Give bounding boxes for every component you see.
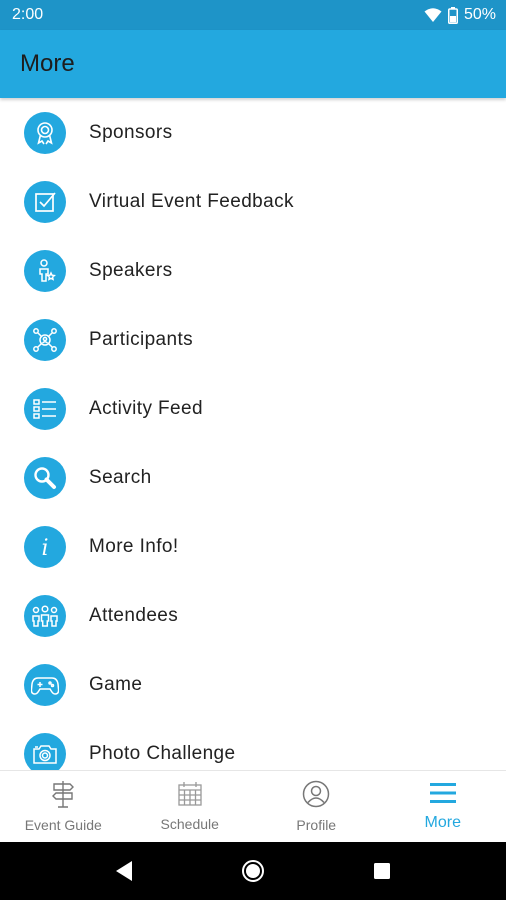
nav-schedule[interactable]: Schedule (127, 771, 254, 842)
menu-item-sponsors[interactable]: Sponsors (0, 98, 506, 167)
menu-item-label: Sponsors (89, 121, 173, 143)
list-icon (24, 387, 66, 430)
menu-item-label: Attendees (89, 604, 179, 626)
camera-icon (24, 732, 66, 770)
nav-label: Profile (296, 817, 337, 833)
nav-event-guide[interactable]: Event Guide (0, 771, 127, 842)
profile-icon (302, 780, 330, 813)
nav-profile[interactable]: Profile (253, 771, 380, 842)
svg-text:i: i (41, 536, 48, 560)
system-navigation-bar (0, 842, 506, 900)
group-icon (24, 594, 66, 637)
menu-item-game[interactable]: Game (0, 650, 506, 719)
menu-item-attendees[interactable]: Attendees (0, 581, 506, 650)
menu-item-activity-feed[interactable]: Activity Feed (0, 374, 506, 443)
menu-icon (429, 781, 457, 810)
search-icon (24, 456, 66, 499)
menu-item-speakers[interactable]: Speakers (0, 236, 506, 305)
network-icon (24, 318, 66, 361)
menu-item-search[interactable]: Search (0, 443, 506, 512)
status-bar: 2:00 50% (0, 0, 506, 30)
menu-item-label: Speakers (89, 259, 173, 281)
status-time: 2:00 (12, 6, 44, 23)
calendar-icon (177, 781, 203, 812)
menu-item-more-info[interactable]: i More Info! (0, 512, 506, 581)
signpost-icon (50, 780, 76, 813)
checkbox-icon (24, 180, 66, 223)
menu-item-photo-challenge[interactable]: Photo Challenge (0, 719, 506, 770)
info-icon: i (24, 525, 66, 568)
battery-icon (447, 6, 458, 24)
app-bar: More (0, 30, 506, 98)
speaker-icon (24, 249, 66, 292)
wifi-icon (424, 7, 442, 23)
menu-item-label: Game (89, 673, 143, 695)
home-button[interactable] (231, 849, 275, 893)
menu-item-virtual-event-feedback[interactable]: Virtual Event Feedback (0, 167, 506, 236)
recents-button[interactable] (360, 849, 404, 893)
menu-item-label: Participants (89, 328, 194, 350)
menu-item-label: Virtual Event Feedback (89, 190, 294, 212)
nav-label: Event Guide (24, 817, 102, 833)
gamepad-icon (24, 663, 66, 706)
more-menu-list[interactable]: Sponsors Virtual Event Feedback Speakers… (0, 98, 506, 770)
menu-item-label: Search (89, 466, 152, 488)
battery-percent: 50% (463, 6, 496, 23)
bottom-navigation: Event Guide Schedule Profile More (0, 770, 506, 842)
nav-label: More (424, 814, 461, 831)
ribbon-award-icon (24, 111, 66, 154)
nav-label: Schedule (160, 816, 219, 832)
menu-item-participants[interactable]: Participants (0, 305, 506, 374)
page-title: More (20, 50, 75, 77)
menu-item-label: Activity Feed (89, 397, 203, 419)
nav-more[interactable]: More (380, 771, 506, 842)
menu-item-label: More Info! (89, 535, 179, 557)
back-button[interactable] (102, 849, 146, 893)
menu-item-label: Photo Challenge (89, 742, 236, 764)
status-icons: 50% (424, 6, 496, 24)
